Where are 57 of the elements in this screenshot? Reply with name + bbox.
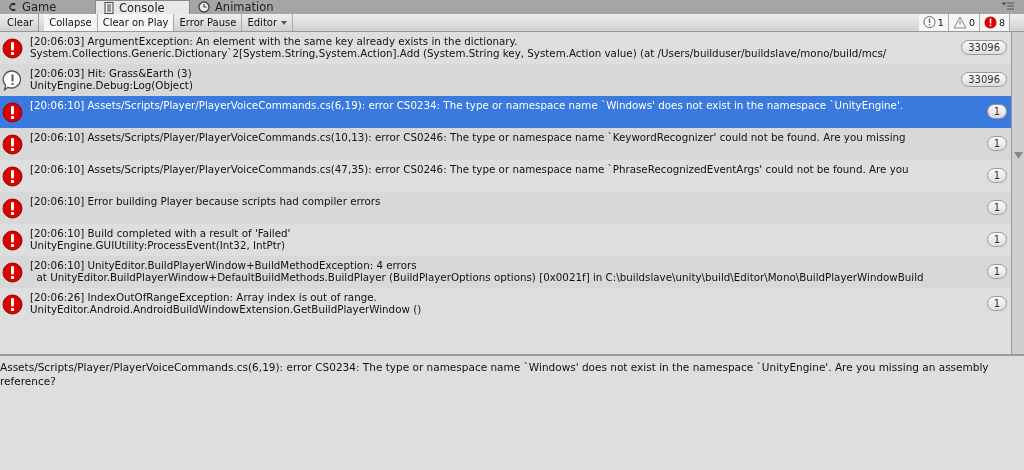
log-text: [20:06:26] IndexOutOfRangeException: Array index is out of range.	[30, 291, 378, 303]
log-entry[interactable]: [20:06:10] Error building Player because scripts had compiler errors 1	[0, 192, 1011, 224]
error-icon	[2, 229, 23, 251]
error-icon	[2, 101, 23, 123]
log-text: [20:06:10] UnityEditor.BuildPlayerWindow+BuildMethodException: 4 errors	[30, 259, 418, 271]
count-badge: 1	[986, 264, 1007, 279]
count-badge: 33096	[961, 40, 1007, 55]
filter-toggle[interactable]: 8	[979, 14, 1010, 31]
tab[interactable]: Console	[95, 0, 190, 14]
toolbar-button[interactable]: Clear on Play	[97, 14, 175, 31]
log-text: [20:06:10] Build completed with a result of 'Failed'	[30, 227, 291, 239]
info-icon	[2, 69, 23, 91]
count-badge: 1	[986, 200, 1007, 215]
error-icon	[2, 293, 23, 315]
count-badge: 1	[986, 168, 1007, 183]
log-text: [20:06:03] ArgumentException: An element with the same key already exists in the dictionary.	[30, 35, 519, 47]
dropdown-button[interactable]: Editor	[242, 14, 294, 31]
document-icon	[104, 1, 114, 14]
log-entry[interactable]: [20:06:10] Assets/Scripts/Player/PlayerVoiceCommands.cs(10,13): error CS0246: The type or namespace name `KeywordRecognizer' could not be found. Are you missing 1	[0, 128, 1011, 160]
menu-icon[interactable]	[1002, 2, 1014, 10]
error-icon	[2, 261, 23, 283]
toolbar-button[interactable]: Clear	[2, 14, 40, 31]
log-entry[interactable]: [20:06:10] Assets/Scripts/Player/PlayerVoiceCommands.cs(6,19): error CS0234: The type or namespace name `Windows' does not exist in the namespace `UnityEngine'. 1	[0, 96, 1011, 128]
error-icon	[2, 197, 23, 219]
count-badge: 1	[986, 136, 1007, 151]
log-text: [20:06:10] Error building Player because scripts had compiler errors	[30, 195, 381, 207]
log-text: [20:06:10] Assets/Scripts/Player/PlayerVoiceCommands.cs(6,19): error CS0234: The type or namespace name `Windows' does not exist in the namespace `UnityEngine'.	[30, 99, 904, 111]
log-text: UnityEngine.GUIUtility:ProcessEvent(Int32, IntPtr)	[30, 239, 287, 251]
filter-toggle[interactable]: 0	[948, 14, 980, 31]
log-text: [20:06:10] Assets/Scripts/Player/PlayerVoiceCommands.cs(47,35): error CS0246: The type or namespace name `PhraseRecognizedEventArgs' could not be found. Are you	[30, 163, 909, 175]
filter-toggle[interactable]: 1	[918, 14, 949, 31]
log-text: UnityEngine.Debug:Log(Object)	[30, 79, 193, 91]
log-text: at UnityEditor.BuildPlayerWindow+DefaultBuildMethods.BuildPlayer (BuildPlayerOptions options) [0x0021f] in C:\buildslave\unity\build\Editor\Mono\BuildPlayerWindowBuild	[35, 271, 924, 283]
error-icon	[2, 133, 23, 155]
caret-icon	[281, 20, 288, 25]
warning-icon	[952, 16, 967, 29]
info-icon	[922, 16, 936, 29]
detail-text: Assets/Scripts/Player/PlayerVoiceCommands.cs(6,19): error CS0234: The type or namespace name `Windows' does not exist in the namespace `UnityEngine'. Are you missing an assembly reference?	[0, 360, 990, 388]
toolbar-button[interactable]: Error Pause	[174, 14, 243, 31]
log-text: [20:06:10] Assets/Scripts/Player/PlayerVoiceCommands.cs(10,13): error CS0246: The type or namespace name `KeywordRecognizer' could not be found. Are you missing	[30, 131, 906, 143]
count-badge: 1	[986, 104, 1007, 119]
count-badge: 1	[986, 296, 1007, 311]
log-text: System.Collections.Generic.Dictionary`2[System.String,System.Action].Add (System.String key, System.Action value) (at /Users/builduser/buildslave/mono/build/mcs/	[30, 47, 887, 59]
log-text: UnityEditor.Android.AndroidBuildWindowExtension.GetBuildPlayerWindow ()	[30, 303, 422, 315]
log-entry[interactable]	[0, 256, 1011, 288]
tab[interactable]: Animation	[190, 0, 285, 14]
log-text: [20:06:03] Hit: Grass&Earth (3)	[30, 67, 193, 79]
error-icon	[2, 165, 23, 187]
log-entry[interactable]: [20:06:03] Hit: Grass&Earth (3) UnityEngine.Debug:Log(Object) 33096	[0, 64, 1011, 96]
clock-icon	[198, 1, 210, 13]
toolbar-button[interactable]: Collapse	[44, 14, 98, 31]
count-badge: 33096	[961, 72, 1007, 87]
game-icon	[8, 2, 17, 12]
tab[interactable]: Game	[0, 0, 95, 14]
count-badge: 1	[986, 232, 1007, 247]
error-icon	[983, 16, 997, 29]
error-icon	[2, 37, 23, 59]
